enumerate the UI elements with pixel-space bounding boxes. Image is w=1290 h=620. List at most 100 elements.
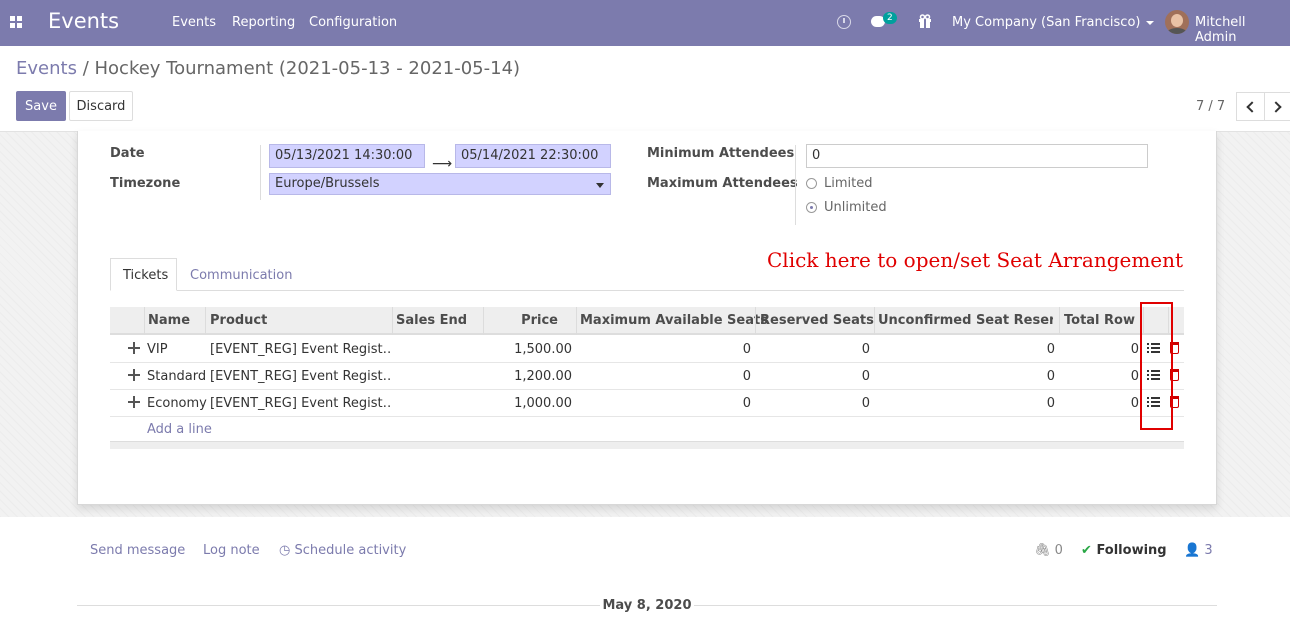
cell-name[interactable]: Economy	[147, 396, 207, 411]
cell-price[interactable]: 1,500.00	[490, 342, 572, 357]
breadcrumb-events-link[interactable]: Events	[16, 58, 77, 79]
max-attendees-label: Maximum Attendees	[647, 176, 798, 191]
cell-unconfirmed[interactable]: 0	[990, 369, 1055, 384]
table-row[interactable]: Economy [EVENT_REG] Event Regist… 1,000.…	[110, 390, 1184, 417]
followers-button[interactable]: 👤 3	[1184, 543, 1213, 558]
cell-reserved[interactable]: 0	[810, 396, 870, 411]
column-separator	[205, 307, 206, 335]
schedule-activity-button[interactable]: ◷ Schedule activity	[279, 543, 406, 558]
column-separator	[392, 307, 393, 335]
breadcrumb-separator: /	[82, 58, 89, 79]
radio-limited[interactable]	[806, 178, 817, 189]
cell-price[interactable]: 1,200.00	[490, 369, 572, 384]
paperclip-icon: 🖇	[1034, 543, 1051, 558]
user-icon: 👤	[1184, 543, 1201, 558]
pager-value: 7 / 7	[1196, 99, 1226, 114]
pager-next-button[interactable]	[1264, 92, 1290, 121]
breadcrumb: Events / Hockey Tournament (2021-05-13 -…	[16, 58, 520, 79]
seat-arrangement-annotation: Click here to open/set Seat Arrangement	[767, 248, 1184, 272]
menu-events[interactable]: Events	[172, 15, 216, 30]
min-attendees-input[interactable]: 0	[806, 144, 1148, 168]
cell-max-seats[interactable]: 0	[670, 396, 751, 411]
schedule-activity-label: Schedule activity	[294, 543, 407, 558]
column-separator	[576, 307, 577, 335]
date-separator: May 8, 2020	[600, 598, 694, 613]
add-line-link[interactable]: Add a line	[147, 422, 212, 437]
chevron-right-icon	[1270, 101, 1282, 113]
log-note-button[interactable]: Log note	[203, 543, 260, 558]
label-divider	[795, 145, 796, 225]
send-message-button[interactable]: Send message	[90, 543, 185, 558]
cell-product[interactable]: [EVENT_REG] Event Regist…	[210, 342, 390, 357]
company-name: My Company (San Francisco)	[952, 15, 1141, 30]
cell-total-row[interactable]: 0	[1090, 342, 1139, 357]
clock-icon: ◷	[279, 543, 291, 558]
tab-communication[interactable]: Communication	[177, 258, 305, 291]
gift-icon[interactable]	[918, 14, 932, 28]
check-icon: ✔	[1081, 543, 1092, 558]
col-header-sales-end[interactable]: Sales End	[396, 313, 467, 328]
col-header-total-row[interactable]: Total Row	[1064, 313, 1135, 328]
caret-down-icon	[1146, 20, 1155, 25]
radio-limited-label[interactable]: Limited	[824, 176, 872, 191]
cell-max-seats[interactable]: 0	[670, 342, 751, 357]
user-menu[interactable]: Mitchell Admin	[1195, 15, 1290, 45]
col-header-product[interactable]: Product	[210, 313, 267, 328]
radio-unlimited[interactable]	[806, 202, 817, 213]
col-header-name[interactable]: Name	[148, 313, 190, 328]
tab-tickets[interactable]: Tickets	[110, 258, 177, 291]
user-avatar[interactable]	[1165, 10, 1189, 34]
drag-handle-icon[interactable]	[128, 342, 140, 354]
cell-reserved[interactable]: 0	[810, 369, 870, 384]
cell-reserved[interactable]: 0	[810, 342, 870, 357]
cell-price[interactable]: 1,000.00	[490, 396, 572, 411]
cell-name[interactable]: Standard	[147, 369, 206, 384]
pager-previous-button[interactable]	[1236, 92, 1265, 121]
caret-down-icon	[596, 183, 604, 188]
following-button[interactable]: ✔ Following	[1081, 543, 1167, 558]
column-separator	[144, 307, 145, 335]
menu-configuration[interactable]: Configuration	[309, 15, 397, 30]
col-header-price[interactable]: Price	[488, 313, 558, 328]
cell-total-row[interactable]: 0	[1090, 369, 1139, 384]
menu-reporting[interactable]: Reporting	[232, 15, 295, 30]
attachments-button[interactable]: 🖇 0	[1034, 543, 1063, 558]
date-begin-field[interactable]: 05/13/2021 14:30:00	[269, 144, 425, 168]
min-attendees-label: Minimum Attendees	[647, 146, 795, 161]
app-name[interactable]: Events	[48, 9, 119, 33]
cell-unconfirmed[interactable]: 0	[990, 396, 1055, 411]
date-label: Date	[110, 146, 145, 161]
table-row[interactable]: Standard [EVENT_REG] Event Regist… 1,200…	[110, 363, 1184, 390]
timezone-value: Europe/Brussels	[275, 176, 380, 191]
column-separator	[874, 307, 875, 335]
table-row[interactable]: VIP [EVENT_REG] Event Regist… 1,500.00 0…	[110, 336, 1184, 363]
messages-count-badge: 2	[883, 12, 897, 24]
activity-clock-icon[interactable]	[837, 15, 851, 29]
radio-unlimited-label[interactable]: Unlimited	[824, 200, 887, 215]
attachments-count: 0	[1054, 543, 1063, 558]
company-switcher[interactable]: My Company (San Francisco)	[952, 15, 1155, 30]
table-footer	[110, 441, 1184, 449]
timezone-label: Timezone	[110, 176, 181, 191]
column-separator	[483, 307, 484, 335]
cell-max-seats[interactable]: 0	[670, 369, 751, 384]
cell-unconfirmed[interactable]: 0	[990, 342, 1055, 357]
timezone-select[interactable]: Europe/Brussels	[269, 173, 611, 195]
col-header-max-seats[interactable]: Maximum Available Seats	[580, 313, 768, 328]
cell-product[interactable]: [EVENT_REG] Event Regist…	[210, 396, 390, 411]
col-header-unconfirmed[interactable]: Unconfirmed Seat Reserv…	[878, 313, 1053, 328]
drag-handle-icon[interactable]	[128, 369, 140, 381]
table-header: Name Product Sales End Price Maximum Ava…	[110, 307, 1184, 335]
seat-arrangement-highlight-box	[1140, 302, 1173, 430]
col-header-reserved-seats[interactable]: Reserved Seats	[760, 313, 874, 328]
cell-product[interactable]: [EVENT_REG] Event Regist…	[210, 369, 390, 384]
arrow-right-icon: ⟶	[432, 156, 453, 172]
date-end-field[interactable]: 05/14/2021 22:30:00	[455, 144, 611, 168]
top-navbar: Events Events Reporting Configuration 2 …	[0, 0, 1290, 46]
cell-total-row[interactable]: 0	[1090, 396, 1139, 411]
cell-name[interactable]: VIP	[147, 342, 168, 357]
apps-menu-icon[interactable]	[10, 16, 22, 28]
save-button[interactable]: Save	[16, 91, 66, 121]
discard-button[interactable]: Discard	[69, 91, 133, 121]
drag-handle-icon[interactable]	[128, 396, 140, 408]
